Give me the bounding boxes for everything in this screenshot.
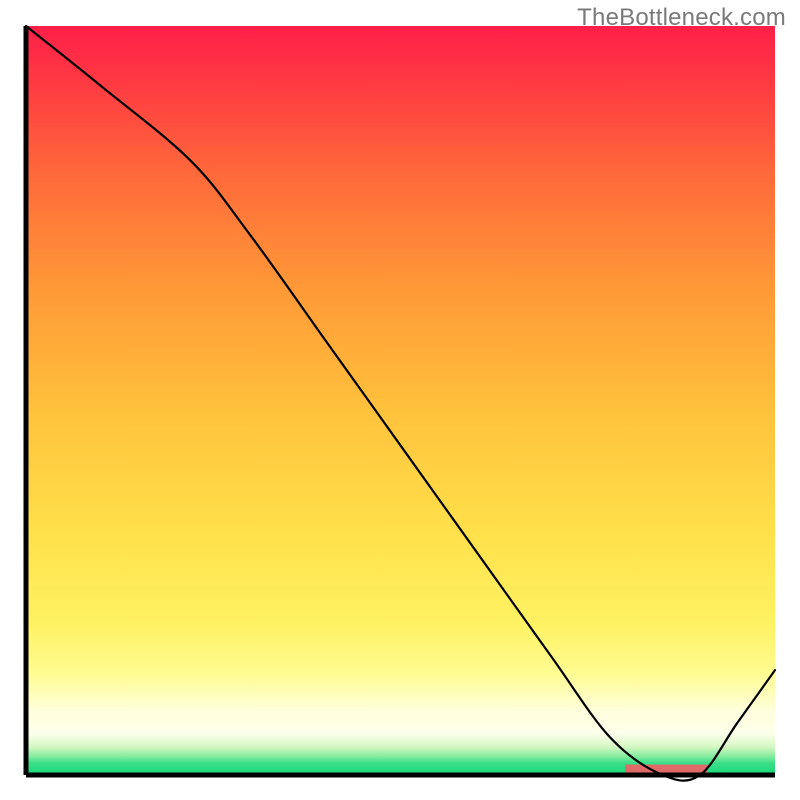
chart-svg — [26, 26, 775, 775]
chart-container: TheBottleneck.com — [0, 0, 800, 800]
bottleneck-curve — [26, 26, 775, 781]
plot-area — [26, 26, 775, 775]
